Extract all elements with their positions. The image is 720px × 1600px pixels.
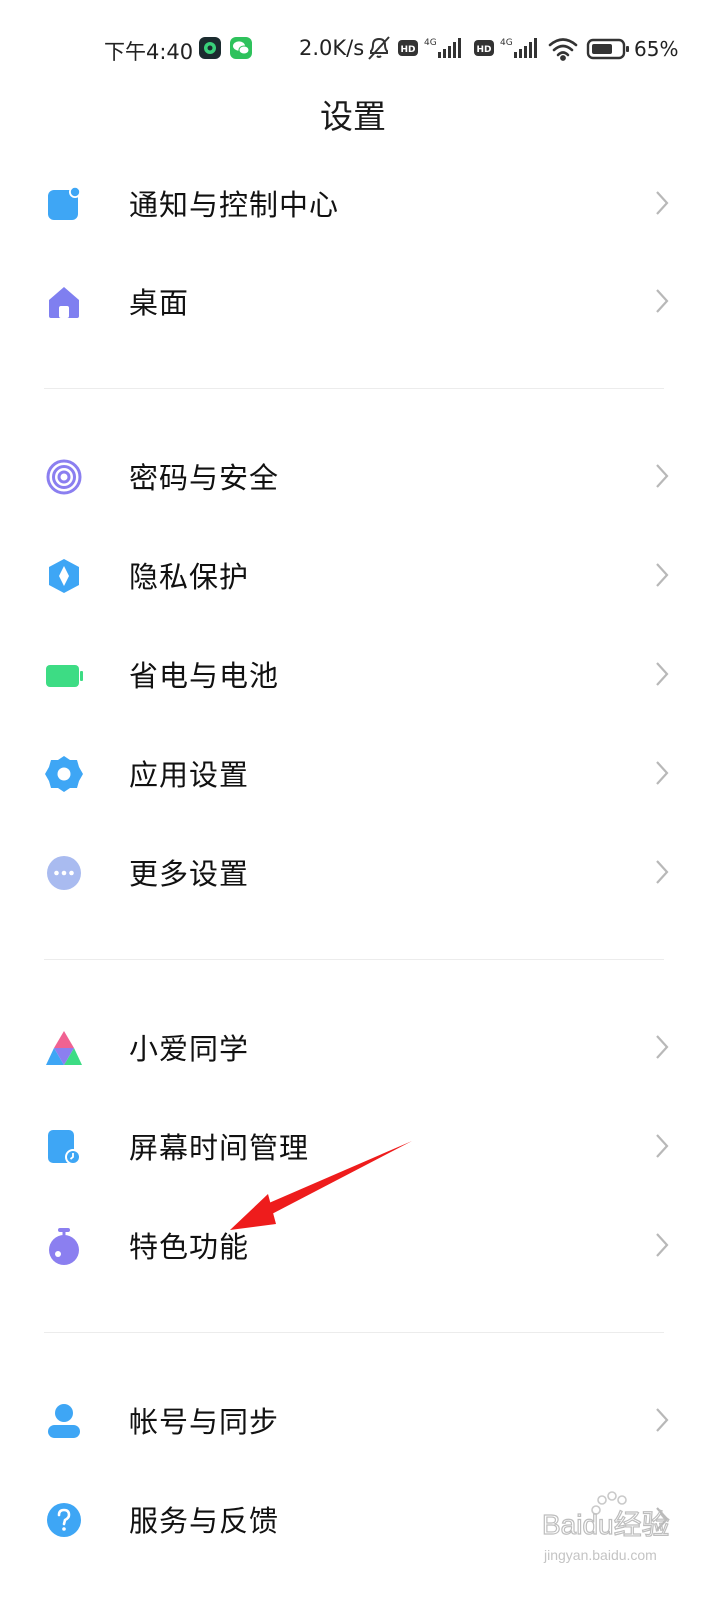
privacy-shield-icon: [49, 559, 79, 593]
svg-text:HD: HD: [400, 45, 415, 55]
chevron-right-icon: [656, 191, 669, 215]
watermark-brand: Baidu经验: [542, 1509, 670, 1540]
settings-item-label: 帐号与同步: [129, 1405, 280, 1439]
chevron-right-icon: [656, 662, 669, 686]
chevron-right-icon: [656, 464, 669, 488]
chevron-right-icon: [656, 1134, 669, 1158]
chevron-right-icon: [656, 761, 669, 785]
page-title: 设置: [320, 97, 386, 136]
watermark-url: jingyan.baidu.com: [543, 1547, 657, 1563]
settings-item-label: 小爱同学: [129, 1032, 250, 1066]
svg-text:4G: 4G: [424, 38, 437, 48]
settings-item-label: 服务与反馈: [129, 1504, 280, 1538]
settings-item-label: 省电与电池: [129, 659, 280, 693]
settings-item-more-settings[interactable]: 更多设置: [0, 823, 720, 919]
home-icon: [49, 287, 79, 318]
settings-item-desktop[interactable]: 桌面: [0, 252, 720, 348]
settings-item-label: 更多设置: [129, 857, 250, 891]
signal-4g-icon: 4G: [500, 38, 537, 58]
mute-bell-icon: [368, 36, 390, 60]
settings-item-label: 应用设置: [129, 758, 250, 792]
help-icon: [47, 1503, 81, 1537]
battery-icon: [46, 665, 83, 687]
stopwatch-icon: [49, 1228, 79, 1265]
chevron-right-icon: [656, 289, 669, 313]
hd-icon: HD: [474, 40, 494, 56]
settings-item-battery[interactable]: 省电与电池: [0, 625, 720, 721]
settings-item-label: 屏幕时间管理: [129, 1131, 310, 1165]
group-divider: [44, 388, 664, 389]
status-bar: 下午4:40 2.0K/s HD 4G HD 4G 65%: [0, 0, 720, 96]
notification-icon: [48, 186, 81, 220]
status-time: 下午4:40: [104, 40, 194, 64]
wechat-icon: [230, 37, 252, 59]
wifi-icon: [548, 38, 578, 61]
chevron-right-icon: [656, 563, 669, 587]
signal-4g-icon: 4G: [424, 38, 461, 58]
chevron-right-icon: [656, 1233, 669, 1257]
app-notification-icon: [199, 37, 221, 59]
svg-text:HD: HD: [476, 45, 491, 55]
group-divider: [44, 1332, 664, 1333]
settings-item-label: 通知与控制中心: [129, 188, 340, 222]
chevron-right-icon: [656, 1035, 669, 1059]
settings-item-label: 特色功能: [129, 1230, 250, 1264]
settings-item-privacy[interactable]: 隐私保护: [0, 526, 720, 622]
settings-item-label: 桌面: [129, 286, 190, 320]
settings-item-label: 隐私保护: [129, 560, 250, 594]
assistant-icon: [46, 1031, 82, 1065]
settings-item-account-sync[interactable]: 帐号与同步: [0, 1371, 720, 1467]
baidu-watermark: Baidu经验 jingyan.baidu.com: [541, 1491, 670, 1563]
battery-percent: 65%: [634, 37, 679, 61]
status-icons: HD 4G HD 4G: [368, 36, 629, 61]
more-dots-icon: [47, 856, 81, 890]
hd-icon: HD: [398, 40, 418, 56]
chevron-right-icon: [656, 1408, 669, 1432]
settings-item-app-settings[interactable]: 应用设置: [0, 724, 720, 820]
settings-item-special-features[interactable]: 特色功能: [0, 1196, 720, 1292]
settings-item-xiaoai[interactable]: 小爱同学: [0, 998, 720, 1094]
battery-icon: [586, 38, 629, 60]
settings-item-screen-time[interactable]: 屏幕时间管理: [0, 1097, 720, 1193]
gear-icon: [45, 756, 83, 792]
fingerprint-icon: [46, 459, 82, 495]
screen-time-icon: [48, 1130, 81, 1165]
chevron-right-icon: [656, 860, 669, 884]
account-icon: [48, 1404, 80, 1438]
settings-item-label: 密码与安全: [129, 461, 280, 495]
svg-text:4G: 4G: [500, 38, 513, 48]
net-speed: 2.0K/s: [299, 36, 365, 60]
settings-item-notifications[interactable]: 通知与控制中心: [0, 154, 720, 250]
group-divider: [44, 959, 664, 960]
settings-item-password-security[interactable]: 密码与安全: [0, 427, 720, 523]
